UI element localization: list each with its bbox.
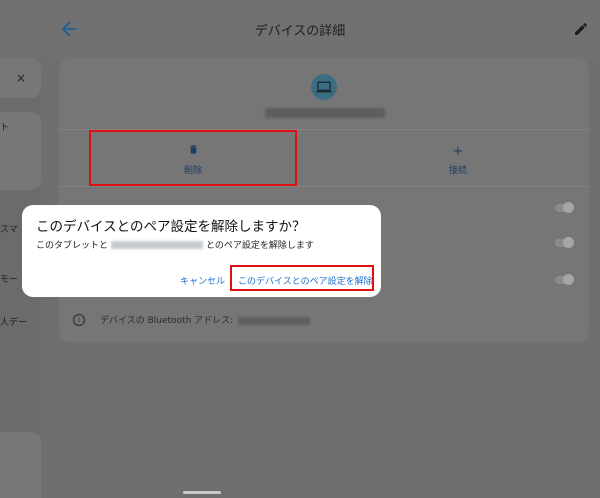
setting-toggle[interactable]: [555, 274, 574, 285]
left-panel-text: モー: [0, 275, 19, 285]
dialog-message-prefix: このタブレットと: [36, 241, 109, 251]
setting-toggle[interactable]: [555, 202, 574, 213]
app-bar: デバイスの詳細: [0, 0, 600, 58]
left-panel-card: [0, 432, 41, 498]
plus-icon: +: [452, 144, 464, 159]
setting-toggle[interactable]: [555, 237, 574, 248]
bluetooth-address-redacted: [238, 316, 311, 325]
divider: [59, 186, 589, 187]
left-panel-text: ト: [0, 123, 10, 133]
dialog-message: このタブレットと とのペア設定を解除します: [36, 238, 314, 251]
close-icon[interactable]: ×: [16, 71, 26, 85]
left-panel-text: 人デー: [0, 318, 28, 328]
dialog-title: このデバイスとのペア設定を解除しますか？: [36, 219, 306, 235]
confirm-highlight-annotation: [230, 265, 374, 291]
home-indicator: [183, 491, 221, 494]
device-avatar: [311, 74, 337, 100]
device-name-redacted: [265, 108, 385, 118]
connect-button[interactable]: + 接続: [440, 144, 476, 176]
pencil-icon[interactable]: [573, 21, 589, 37]
dialog-message-suffix: とのペア設定を解除します: [206, 241, 314, 251]
bluetooth-address-row: i デバイスの Bluetooth アドレス:: [73, 313, 311, 326]
info-icon: i: [73, 313, 85, 326]
bluetooth-address-label: デバイスの Bluetooth アドレス:: [100, 316, 234, 326]
laptop-icon: [316, 81, 332, 93]
cancel-button[interactable]: キャンセル: [180, 274, 225, 287]
left-panel-text: スマ: [0, 225, 18, 235]
delete-highlight-annotation: [89, 130, 297, 186]
device-detail-card: [59, 58, 589, 342]
device-details-screen: デバイスの詳細 × ト スマ モー 人デー 削除 + 接続 i デバイスの Bl: [0, 0, 600, 498]
page-title: デバイスの詳細: [254, 24, 346, 39]
device-name-redacted: [111, 240, 204, 249]
connect-label: 接続: [448, 166, 467, 176]
